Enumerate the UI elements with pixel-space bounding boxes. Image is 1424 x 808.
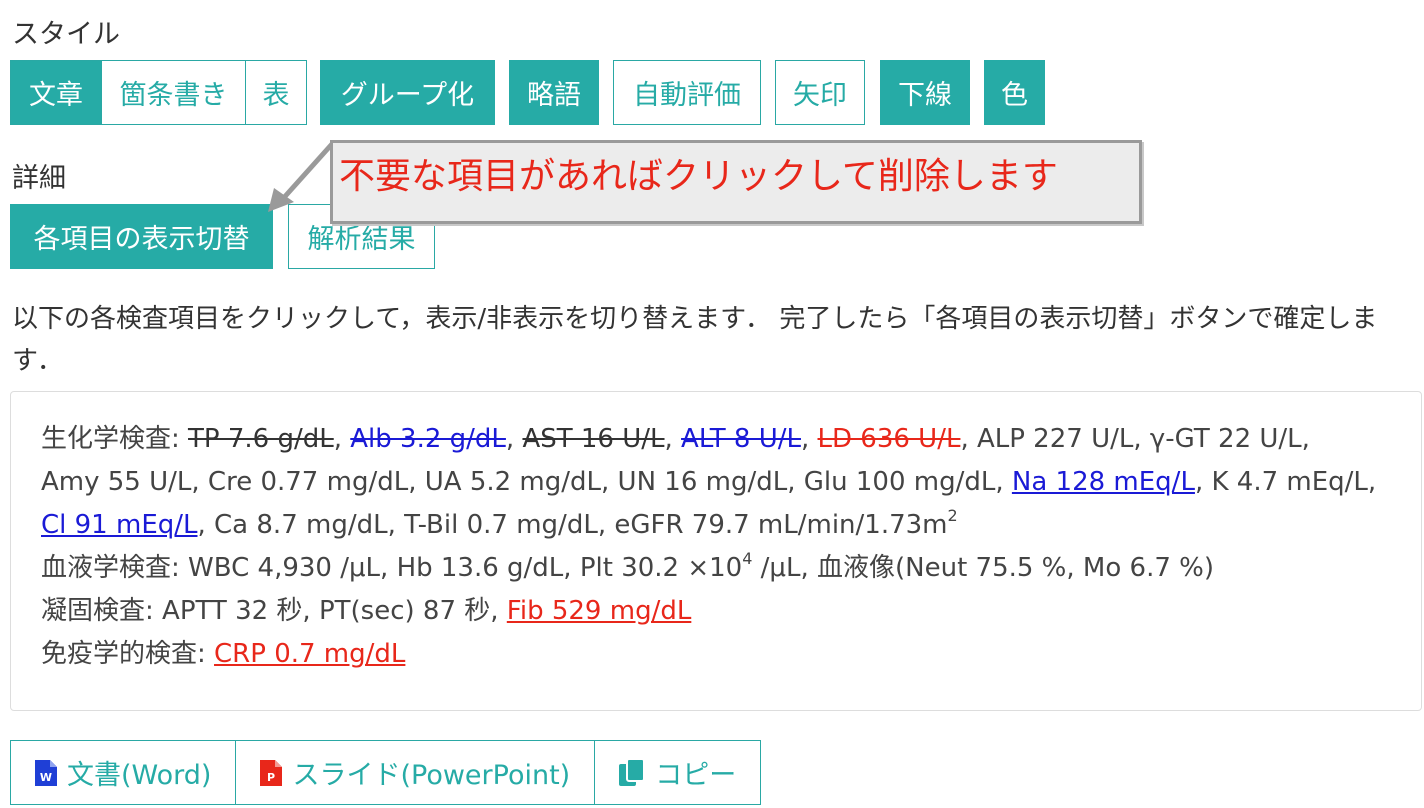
toggle-items-button[interactable]: 各項目の表示切替: [10, 204, 273, 269]
result-item-alt[interactable]: ALT 8 U/L: [681, 424, 801, 454]
coag-label: 凝固検査:: [41, 596, 154, 626]
result-item-ua[interactable]: UA 5.2 mg/dL: [425, 467, 601, 497]
egfr-superscript: 2: [947, 506, 958, 526]
immuno-label: 免疫学的検査:: [41, 639, 206, 669]
result-item-wbc[interactable]: WBC 4,930 /μL: [188, 553, 380, 583]
format-bullets-button[interactable]: 箇条書き: [101, 60, 246, 125]
callout-text: 不要な項目があればクリックして削除します: [339, 156, 1058, 197]
plt-superscript: 4: [742, 549, 753, 569]
result-item-cre[interactable]: Cre 0.77 mg/dL: [208, 467, 408, 497]
biochem-line-3: Cl 91 mEq/L, Ca 8.7 mg/dL, T-Bil 0.7 mg/…: [41, 506, 958, 540]
plt-value: Plt 30.2 ×10: [579, 553, 743, 583]
result-item-egfr[interactable]: eGFR 79.7 mL/min/1.73m2: [614, 508, 957, 540]
hema-label: 血液学検査:: [41, 553, 180, 583]
result-item-tbil[interactable]: T-Bil 0.7 mg/dL: [404, 510, 598, 540]
export-ppt-button[interactable]: P スライド(PowerPoint): [235, 740, 596, 805]
biochem-line-2: Amy 55 U/L, Cre 0.77 mg/dL, UA 5.2 mg/dL…: [41, 467, 1377, 497]
abbreviation-toggle-button[interactable]: 略語: [509, 60, 599, 125]
results-panel: 生化学検査: TP 7.6 g/dL, Alb 3.2 g/dL, AST 16…: [10, 391, 1422, 711]
biochem-label: 生化学検査:: [41, 424, 180, 454]
result-item-aptt[interactable]: APTT 32 秒: [162, 596, 302, 626]
result-item-glu[interactable]: Glu 100 mg/dL: [804, 467, 996, 497]
result-item-ld[interactable]: LD 636 U/L: [818, 424, 961, 454]
export-word-button[interactable]: W 文書(Word): [10, 740, 237, 805]
color-toggle-button[interactable]: 色: [984, 60, 1045, 125]
result-item-smear[interactable]: 血液像(Neut 75.5 %, Mo 6.7 %): [817, 553, 1214, 583]
biochem-line-1: 生化学検査: TP 7.6 g/dL, Alb 3.2 g/dL, AST 16…: [41, 424, 1310, 454]
result-item-alb[interactable]: Alb 3.2 g/dL: [350, 424, 506, 454]
auto-evaluation-toggle-button[interactable]: 自動評価: [613, 60, 761, 125]
underline-toggle-button[interactable]: 下線: [880, 60, 970, 125]
result-item-amy[interactable]: Amy 55 U/L: [41, 467, 191, 497]
detail-section-label: 詳細: [12, 163, 66, 194]
result-item-tp[interactable]: TP 7.6 g/dL: [188, 424, 334, 454]
help-callout: 不要な項目があればクリックして削除します: [330, 140, 1142, 224]
callout-arrow-icon: [268, 142, 334, 212]
result-item-k[interactable]: K 4.7 mEq/L: [1211, 467, 1367, 497]
copy-icon: [619, 758, 646, 786]
export-word-label: 文書(Word): [67, 760, 212, 791]
result-item-ast[interactable]: AST 16 U/L: [522, 424, 664, 454]
format-button-group: 文章 箇条書き 表: [10, 60, 307, 125]
copy-button[interactable]: コピー: [594, 740, 762, 805]
result-item-hb[interactable]: Hb 13.6 g/dL: [397, 553, 564, 583]
result-item-un[interactable]: UN 16 mg/dL: [618, 467, 788, 497]
result-item-plt[interactable]: Plt 30.2 ×104 /μL: [579, 551, 801, 583]
grouping-toggle-button[interactable]: グループ化: [320, 60, 495, 125]
result-item-na[interactable]: Na 128 mEq/L: [1012, 467, 1195, 497]
svg-text:W: W: [40, 771, 52, 784]
result-item-ca[interactable]: Ca 8.7 mg/dL: [214, 510, 388, 540]
result-item-fib[interactable]: Fib 529 mg/dL: [507, 596, 692, 626]
export-ppt-label: スライド(PowerPoint): [292, 760, 571, 791]
immuno-line: 免疫学的検査: CRP 0.7 mg/dL: [41, 633, 1401, 676]
word-file-icon: W: [35, 759, 57, 786]
svg-text:P: P: [267, 771, 275, 784]
result-item-alp[interactable]: ALP 227 U/L: [977, 424, 1133, 454]
instructions-text: 以下の各検査項目をクリックして，表示/非表示を切り替えます． 完了したら「各項目…: [12, 304, 1378, 376]
format-table-button[interactable]: 表: [245, 60, 307, 125]
egfr-value: eGFR 79.7 mL/min/1.73m: [614, 510, 948, 540]
result-item-ggt[interactable]: γ-GT 22 U/L: [1150, 424, 1302, 454]
coag-line: 凝固検査: APTT 32 秒, PT(sec) 87 秒, Fib 529 m…: [41, 596, 692, 626]
format-prose-button[interactable]: 文章: [10, 60, 102, 125]
style-section-label: スタイル: [12, 19, 120, 50]
result-item-pt[interactable]: PT(sec) 87 秒: [319, 596, 490, 626]
hema-line: 血液学検査: WBC 4,930 /μL, Hb 13.6 g/dL, Plt …: [41, 549, 1214, 583]
result-item-cl[interactable]: Cl 91 mEq/L: [41, 510, 198, 540]
result-item-crp[interactable]: CRP 0.7 mg/dL: [214, 639, 405, 669]
powerpoint-file-icon: P: [260, 759, 283, 786]
export-button-group: W 文書(Word) P スライド(PowerPoint) コピー: [10, 740, 762, 805]
arrow-toggle-button[interactable]: 矢印: [775, 60, 865, 125]
plt-unit: /μL: [752, 553, 801, 583]
copy-label: コピー: [655, 760, 737, 791]
